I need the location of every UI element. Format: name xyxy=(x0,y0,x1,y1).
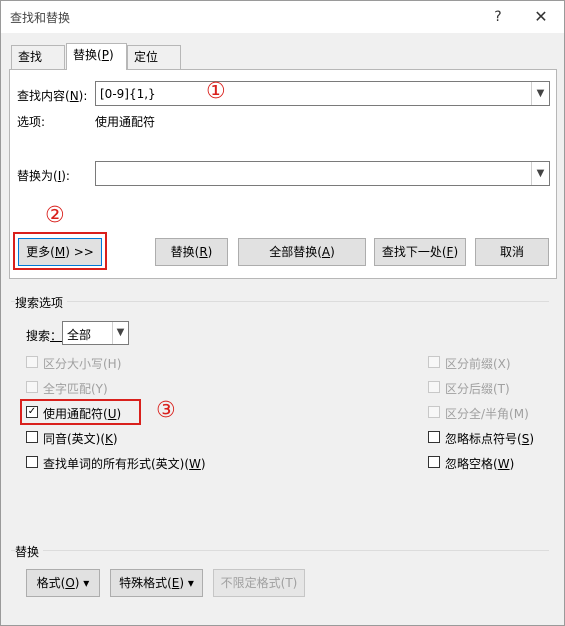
search-scope-text: 搜索 xyxy=(26,329,51,343)
match-case-checkbox xyxy=(26,356,38,368)
ignore-punctuation-checkbox[interactable] xyxy=(428,431,440,443)
special-format-suffix: ) ▾ xyxy=(179,576,194,590)
more-button-suffix: ) >> xyxy=(65,245,94,259)
search-scope-label: 搜索： xyxy=(26,327,62,344)
replace-all-key: A xyxy=(321,245,331,259)
ignore-whitespace-text: 忽略空格( xyxy=(445,457,498,471)
annotation-3: ③ xyxy=(156,398,176,423)
whole-word-checkbox xyxy=(26,381,38,393)
replace-button-key: R xyxy=(199,245,208,259)
ignore-whitespace-checkbox[interactable] xyxy=(428,456,440,468)
all-word-forms-key: W xyxy=(189,457,201,471)
replace-label: 替换为(I): xyxy=(17,167,70,184)
tab-replace-key: P xyxy=(101,48,109,62)
match-prefix-label: 区分前缀(X) xyxy=(445,357,511,371)
ignore-whitespace-suffix: ) xyxy=(509,457,515,471)
find-next-button[interactable]: 查找下一处(F) xyxy=(374,238,466,266)
ignore-punctuation-text: 忽略标点符号( xyxy=(445,432,522,446)
find-label-key: N xyxy=(69,89,79,103)
find-input[interactable]: [0-9]{1,} ▼ xyxy=(95,81,550,106)
replace-label-text: 替换为( xyxy=(17,169,58,183)
search-scope-select[interactable]: 全部 ▼ xyxy=(62,321,129,345)
options-value: 使用通配符 xyxy=(95,115,156,129)
replace-section-title: 替换 xyxy=(15,543,44,560)
more-button-label: 更多( xyxy=(26,245,55,259)
sounds-like-key: K xyxy=(105,432,113,446)
replace-panel: 查找内容(N): [0-9]{1,} ▼ ① 选项: 使用通配符 替换为(I):… xyxy=(9,69,557,279)
replace-all-button[interactable]: 全部替换(A) xyxy=(238,238,366,266)
search-options-title: 搜索选项 xyxy=(15,294,68,311)
find-next-suffix: ) xyxy=(453,245,459,259)
replace-button-suffix: ) xyxy=(207,245,213,259)
replace-dropdown-icon[interactable]: ▼ xyxy=(531,162,549,185)
match-suffix-checkbox xyxy=(428,381,440,393)
ignore-punctuation-label[interactable]: 忽略标点符号(S) xyxy=(445,430,534,447)
format-button-label: 格式( xyxy=(36,576,66,590)
whole-word-label: 全字匹配(Y) xyxy=(43,382,108,396)
tab-find[interactable]: 查找(D) xyxy=(11,45,65,86)
ignore-whitespace-key: W xyxy=(497,457,510,471)
use-wildcards-label[interactable]: 使用通配符(U) xyxy=(43,405,121,422)
title-bar: 查找和替换 ? ✕ xyxy=(1,1,564,33)
tab-replace-suffix: ) xyxy=(108,48,114,62)
window-title: 查找和替换 xyxy=(10,11,71,25)
format-button-suffix: ) ▾ xyxy=(74,576,90,590)
use-wildcards-suffix: ) xyxy=(116,407,122,421)
special-format-label: 特殊格式( xyxy=(119,576,172,590)
use-wildcards-text: 使用通配符( xyxy=(43,407,108,421)
tab-replace-label: 替换( xyxy=(73,48,102,62)
find-replace-dialog: 查找和替换 ? ✕ 查找(D) 替换(P) 定位(G) 查找内容(N): [0-… xyxy=(0,0,565,626)
close-icon[interactable]: ✕ xyxy=(530,6,552,28)
sounds-like-text: 同音(英文)( xyxy=(43,432,106,446)
replace-all-suffix: ) xyxy=(330,245,335,259)
replace-input[interactable]: ▼ xyxy=(95,161,550,186)
chevron-down-icon: ▼ xyxy=(112,322,128,344)
options-label: 选项: xyxy=(17,115,46,129)
find-next-label: 查找下一处( xyxy=(381,245,447,259)
all-word-forms-checkbox[interactable] xyxy=(26,456,38,468)
tab-replace[interactable]: 替换(P) xyxy=(66,43,127,70)
find-label-suffix: ): xyxy=(78,89,88,103)
use-wildcards-checkbox[interactable]: ✓ xyxy=(26,406,38,418)
ignore-punctuation-suffix: ) xyxy=(529,432,534,446)
search-scope-value: 全部 xyxy=(67,328,92,342)
all-word-forms-text: 查找单词的所有形式(英文)( xyxy=(43,457,190,471)
replace-button-label: 替换( xyxy=(170,245,200,259)
find-input-value: [0-9]{1,} xyxy=(100,87,156,101)
more-button[interactable]: 更多(M) >> xyxy=(18,238,102,266)
find-dropdown-icon[interactable]: ▼ xyxy=(531,82,549,105)
annotation-1: ① xyxy=(206,79,226,104)
ignore-whitespace-label[interactable]: 忽略空格(W) xyxy=(445,455,514,472)
help-icon[interactable]: ? xyxy=(487,6,509,28)
search-scope-key: ： xyxy=(50,329,63,343)
sounds-like-suffix: ) xyxy=(112,432,118,446)
match-case-label: 区分大小写(H) xyxy=(43,357,122,371)
tab-goto[interactable]: 定位(G) xyxy=(127,45,181,86)
special-format-button[interactable]: 特殊格式(E) ▾ xyxy=(110,569,203,597)
sounds-like-checkbox[interactable] xyxy=(26,431,38,443)
match-width-checkbox xyxy=(428,406,440,418)
format-button-key: O xyxy=(65,576,75,590)
annotation-2: ② xyxy=(45,203,65,228)
search-options-divider xyxy=(11,301,549,302)
cancel-button[interactable]: 取消 xyxy=(475,238,549,266)
all-word-forms-suffix: ) xyxy=(200,457,206,471)
match-suffix-label: 区分后缀(T) xyxy=(445,382,510,396)
replace-label-suffix: ): xyxy=(61,169,70,183)
replace-all-label: 全部替换( xyxy=(269,245,322,259)
match-prefix-checkbox xyxy=(428,356,440,368)
more-button-key: M xyxy=(54,245,66,259)
replace-section-divider xyxy=(11,550,549,551)
find-label-text: 查找内容( xyxy=(17,89,70,103)
match-width-label: 区分全/半角(M) xyxy=(445,407,529,421)
all-word-forms-label[interactable]: 查找单词的所有形式(英文)(W) xyxy=(43,455,206,472)
format-button[interactable]: 格式(O) ▾ xyxy=(26,569,100,597)
sounds-like-label[interactable]: 同音(英文)(K) xyxy=(43,430,118,447)
no-formatting-button: 不限定格式(T) xyxy=(213,569,305,597)
replace-button[interactable]: 替换(R) xyxy=(155,238,228,266)
find-label: 查找内容(N): xyxy=(17,87,87,104)
